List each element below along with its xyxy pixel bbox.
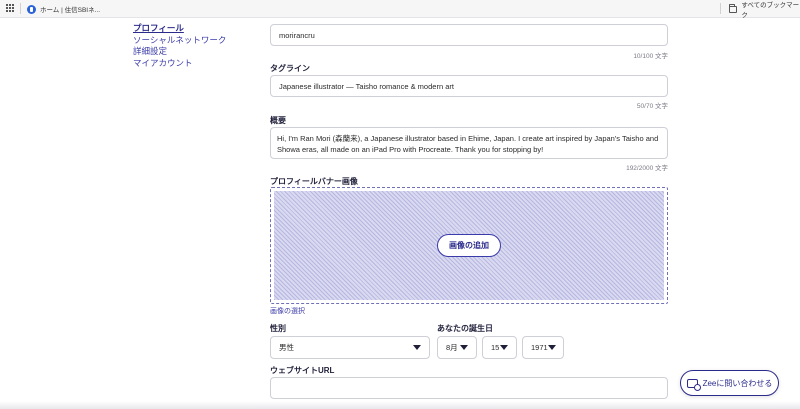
nav-item-advanced-settings[interactable]: 詳細設定 (133, 46, 226, 58)
chevron-down-icon (413, 345, 421, 350)
chevron-down-icon (460, 345, 468, 350)
birth-month-select[interactable]: 8月 (437, 336, 477, 359)
banner-placeholder: 画像の追加 (274, 191, 664, 300)
birth-year-value: 1971 (531, 343, 548, 352)
contact-zee-label: Zeeに問い合わせる (702, 378, 773, 388)
birth-day-value: 15 (491, 343, 500, 352)
add-image-button[interactable]: 画像の追加 (437, 234, 501, 257)
settings-nav: プロフィール ソーシャルネットワーク 詳細設定 マイアカウント (133, 23, 226, 69)
summary-textarea[interactable]: Hi, I'm Ran Mori (森蘭来), a Japanese illus… (270, 127, 668, 159)
all-bookmarks-button[interactable]: すべてのブックマーク (729, 2, 800, 19)
tagline-label: タグライン (270, 64, 310, 73)
summary-label: 概要 (270, 116, 286, 125)
chat-icon (686, 378, 701, 391)
apps-grid-icon[interactable] (6, 4, 15, 13)
birth-month-value: 8月 (446, 343, 458, 352)
bottom-fade (0, 401, 800, 409)
nav-item-social-networks[interactable]: ソーシャルネットワーク (133, 35, 226, 47)
bank-favicon-icon (27, 4, 36, 14)
gender-value: 男性 (279, 343, 294, 352)
birth-year-select[interactable]: 1971 (522, 336, 564, 359)
chevron-down-icon (500, 345, 508, 350)
nav-item-my-account[interactable]: マイアカウント (133, 58, 226, 70)
birth-day-select[interactable]: 15 (482, 336, 517, 359)
gender-label: 性別 (270, 324, 286, 333)
bookmarks-divider (720, 3, 721, 14)
bookmark-label: ホーム | 住信SBIネ... (40, 7, 100, 14)
gender-select[interactable]: 男性 (270, 336, 430, 359)
bookmarks-bar: ホーム | 住信SBIネ... すべてのブックマーク (0, 0, 800, 19)
banner-dropzone[interactable]: 画像の追加 (270, 187, 668, 304)
all-bookmarks-label: すべてのブックマーク (741, 2, 800, 19)
website-url-input[interactable] (270, 377, 668, 399)
username-char-counter: 10/100 文字 (633, 53, 668, 60)
tagline-input[interactable]: Japanese illustrator — Taisho romance & … (270, 75, 668, 97)
choose-image-link[interactable]: 画像の選択 (270, 306, 305, 316)
contact-zee-button[interactable]: Zeeに問い合わせる (680, 370, 779, 396)
folder-icon (729, 3, 738, 13)
tagline-char-counter: 50/70 文字 (636, 103, 668, 110)
chevron-down-icon (547, 345, 556, 350)
birthday-label: あなたの誕生日 (437, 324, 493, 333)
nav-item-profile[interactable]: プロフィール (133, 23, 226, 35)
username-input[interactable]: morirancru (270, 24, 668, 46)
banner-label: プロフィールバナー画像 (270, 177, 358, 186)
website-label: ウェブサイトURL (270, 366, 335, 375)
bookmarks-divider (20, 3, 21, 14)
bookmark-sbi-home[interactable]: ホーム | 住信SBIネ... (27, 2, 100, 16)
summary-char-counter: 192/2000 文字 (626, 165, 668, 172)
